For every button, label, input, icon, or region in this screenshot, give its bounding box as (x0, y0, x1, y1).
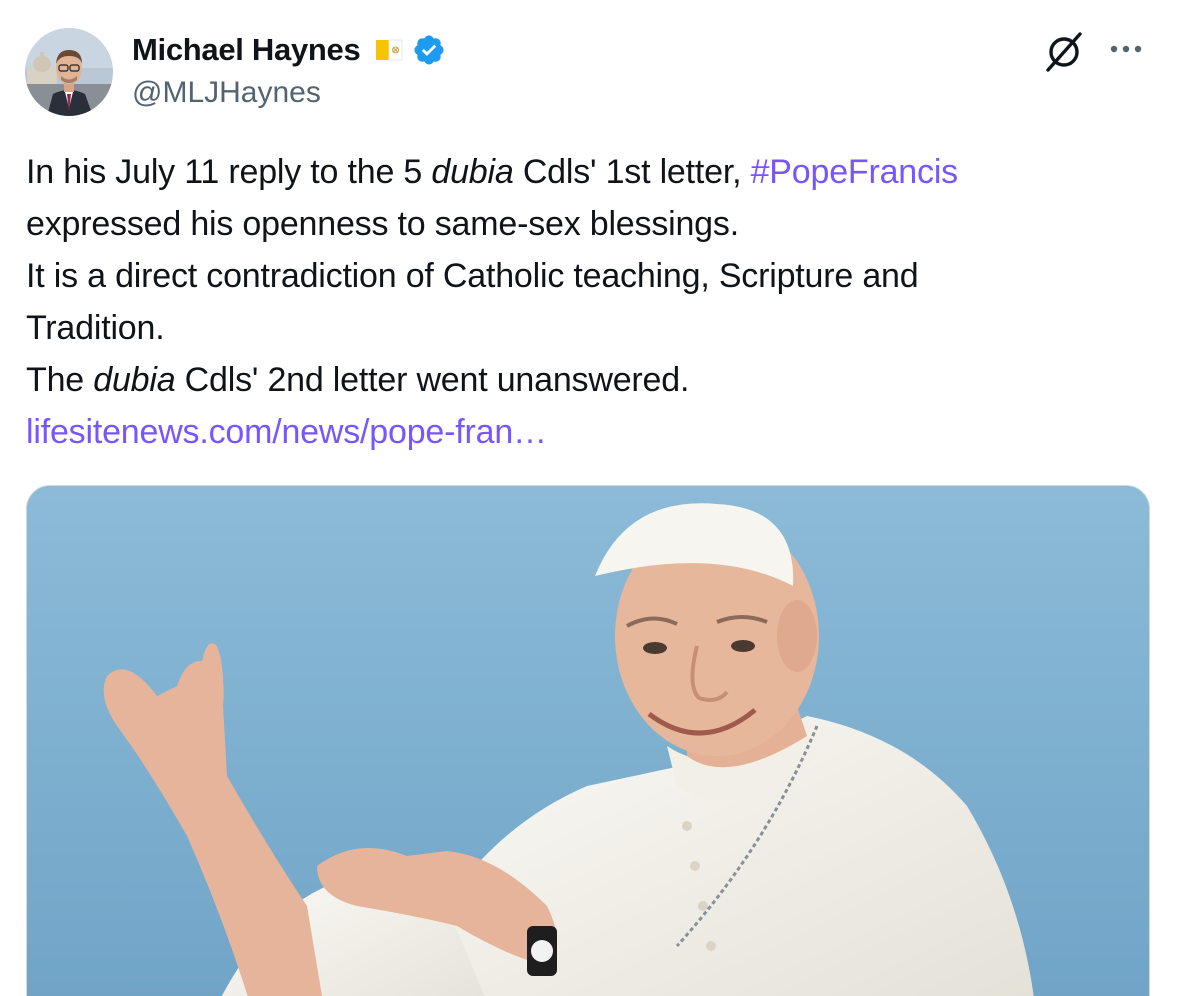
tweet-card: Michael Haynes @MLJHaynes In his July 11… (0, 0, 1178, 996)
tweet-line-5: The dubia Cdls' 2nd letter went unanswer… (26, 354, 1146, 406)
tweet-italic-word: dubia (431, 153, 514, 191)
tweet-media-image[interactable] (26, 485, 1150, 996)
tweet-text-segment: In his July 11 reply to the 5 (26, 153, 432, 191)
avatar-photo (25, 28, 113, 116)
article-link[interactable]: lifesitenews.com/news/pope-fran… (26, 413, 547, 451)
tweet-text: In his July 11 reply to the 5 dubia Cdls… (26, 146, 1146, 458)
tweet-italic-word: dubia (93, 361, 176, 399)
more-options-icon[interactable] (1106, 34, 1146, 64)
pope-photo (27, 486, 1149, 996)
hashtag-link[interactable]: #PopeFrancis (751, 153, 959, 191)
author-handle[interactable]: @MLJHaynes (132, 76, 446, 110)
name-row: Michael Haynes (132, 30, 446, 70)
verified-badge-icon[interactable] (412, 33, 446, 67)
grok-icon[interactable] (1042, 30, 1086, 74)
tweet-line-4: Tradition. (26, 309, 165, 347)
author-avatar[interactable] (25, 28, 113, 116)
tweet-line-1: In his July 11 reply to the 5 dubia Cdls… (26, 146, 1146, 198)
tweet-text-segment: Cdls' 1st letter, (513, 153, 751, 191)
vatican-flag-icon (374, 35, 404, 65)
tweet-line-3: It is a direct contradiction of Catholic… (26, 257, 919, 295)
tweet-text-segment: Cdls' 2nd letter went unanswered. (175, 361, 690, 399)
author-info: Michael Haynes @MLJHaynes (132, 30, 446, 110)
tweet-line-2: expressed his openness to same-sex bless… (26, 205, 739, 243)
author-display-name[interactable]: Michael Haynes (132, 32, 361, 68)
tweet-text-segment: The (26, 361, 94, 399)
